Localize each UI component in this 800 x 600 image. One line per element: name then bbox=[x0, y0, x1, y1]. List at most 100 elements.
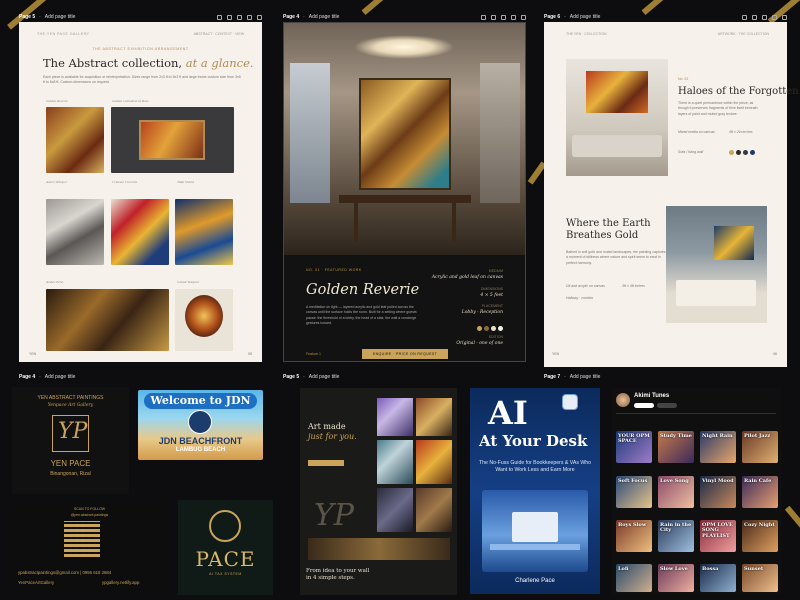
art-made-page[interactable]: Art made just for you. YP From idea to y… bbox=[300, 388, 457, 595]
artmade-footer: From idea to your wall in 4 simple steps… bbox=[306, 568, 370, 581]
channel-avatar[interactable] bbox=[616, 393, 630, 407]
video-thumb[interactable]: Lofi bbox=[616, 564, 652, 592]
page-title-input[interactable]: Add page title bbox=[309, 374, 340, 380]
lock-icon[interactable] bbox=[752, 14, 757, 20]
delete-icon[interactable] bbox=[772, 14, 777, 20]
artwork-thumb[interactable] bbox=[111, 199, 169, 265]
console-legs bbox=[354, 203, 456, 241]
art-label: Golden Reverie bbox=[46, 99, 68, 103]
page-6-canvas[interactable]: THE YEN · COLLECTION ARTWORK · THE COLLE… bbox=[544, 22, 799, 367]
feature-title: Golden Reverie bbox=[306, 282, 420, 298]
video-thumb[interactable]: Rain Cafe bbox=[742, 476, 778, 508]
video-thumb[interactable]: Bossa bbox=[700, 564, 736, 592]
pace-emblem bbox=[209, 510, 241, 542]
video-thumb[interactable]: Boys Slow bbox=[616, 520, 652, 552]
video-thumb[interactable]: Study Time bbox=[658, 431, 694, 463]
work-size: 4ft × 2in inches bbox=[729, 130, 753, 134]
video-thumb[interactable]: Cozy Night bbox=[742, 520, 778, 552]
swatch bbox=[743, 150, 748, 155]
work-title-2: Where the Earth Breathes Gold bbox=[566, 218, 651, 241]
video-title: Study Time bbox=[660, 433, 692, 439]
video-thumb[interactable]: Soft Focus bbox=[616, 476, 652, 508]
add-page-icon[interactable] bbox=[521, 14, 526, 20]
placement-value: Lobby · Reception bbox=[461, 310, 503, 315]
page-title-input[interactable]: Add page title bbox=[45, 14, 76, 20]
hide-icon[interactable] bbox=[742, 14, 747, 20]
artwork-thumb[interactable] bbox=[111, 107, 234, 173]
enquire-button[interactable]: ENQUIRE · PRICE ON REQUEST bbox=[362, 349, 448, 359]
jdn-poster[interactable]: Welcome to JDN JDN BEACHFRONT LAMBUG BEA… bbox=[138, 390, 263, 460]
delete-icon[interactable] bbox=[511, 14, 516, 20]
title-part-b: at a glance. bbox=[185, 56, 254, 70]
work-desc-2: Bathed in soft gold and muted landscapes… bbox=[566, 250, 666, 265]
scan-handle: @yen.abstract.paintings bbox=[70, 513, 109, 517]
featured-painting bbox=[359, 78, 451, 190]
video-title: Pilot Jazz bbox=[744, 433, 771, 439]
video-thumb[interactable]: Pilot Jazz bbox=[742, 431, 778, 463]
artwork-thumb[interactable] bbox=[175, 289, 233, 351]
duplicate-icon[interactable] bbox=[237, 14, 242, 20]
page-header: Page 7 · Add page title bbox=[544, 374, 601, 380]
pace-tag: AI TAX SYSTEM bbox=[209, 572, 242, 576]
lock-icon[interactable] bbox=[491, 14, 496, 20]
page-title-input[interactable]: Add page title bbox=[45, 374, 76, 380]
ebook-cover[interactable]: AI At Your Desk The No-Fuss Guide for Bo… bbox=[470, 388, 600, 594]
artwork-thumb[interactable] bbox=[46, 199, 104, 265]
room-painting bbox=[586, 71, 648, 113]
lock-icon[interactable] bbox=[227, 14, 232, 20]
youtube-channel-page[interactable]: Akimi Tunes YOUR OPM SPACE Study Time Ni… bbox=[612, 388, 782, 595]
page-5-canvas[interactable]: THE YEN PACE GALLERY ABSTRACT · CONTEXT … bbox=[19, 22, 262, 362]
work-title: Haloes of the Forgotten bbox=[678, 86, 799, 97]
page-4-canvas[interactable]: NO. 01 · FEATURED WORK Golden Reverie A … bbox=[283, 22, 526, 362]
delete-icon[interactable] bbox=[247, 14, 252, 20]
add-page-icon[interactable] bbox=[782, 14, 787, 20]
video-thumb[interactable]: OPM LOVE SONG PLAYLIST bbox=[700, 520, 736, 552]
page-title-input[interactable]: Add page title bbox=[309, 14, 340, 20]
video-thumb[interactable]: Love Song bbox=[658, 476, 694, 508]
business-card-back[interactable]: SCAN TO FOLLOW @yen.abstract.paintings y… bbox=[12, 500, 167, 592]
page-footer-left: YEN bbox=[552, 352, 560, 356]
gallery-tile bbox=[416, 488, 452, 532]
page-title-input[interactable]: Add page title bbox=[570, 374, 601, 380]
swatch bbox=[484, 326, 489, 331]
artwork-thumb[interactable] bbox=[46, 107, 104, 173]
swatch bbox=[736, 150, 741, 155]
subscribe-button[interactable] bbox=[634, 403, 654, 408]
page-tools bbox=[217, 14, 262, 20]
yp-logo: YP bbox=[52, 415, 89, 452]
business-card-front[interactable]: YEN ABSTRACT PAINTINGS Yenpace Art Galle… bbox=[12, 387, 129, 494]
console-table bbox=[339, 195, 471, 203]
video-thumb[interactable]: Night Rain bbox=[700, 431, 736, 463]
pace-logo-card[interactable]: PACE AI TAX SYSTEM bbox=[178, 500, 273, 595]
page-label: Page 5 bbox=[283, 374, 300, 380]
video-thumb[interactable]: Sunset bbox=[742, 564, 778, 592]
work-number: No. 02 bbox=[678, 77, 689, 81]
video-thumb[interactable]: Vinyl Mood bbox=[700, 476, 736, 508]
page-title-input[interactable]: Add page title bbox=[570, 14, 601, 20]
add-page-icon[interactable] bbox=[257, 14, 262, 20]
robot-icon bbox=[562, 394, 578, 410]
video-thumb[interactable]: Rain in the City bbox=[658, 520, 694, 552]
artwork-thumb[interactable] bbox=[46, 289, 169, 351]
page-header: Page 5 · Add page title bbox=[283, 374, 340, 380]
video-thumb[interactable]: Slow Love bbox=[658, 564, 694, 592]
video-title: Rain in the City bbox=[660, 522, 692, 534]
duplicate-icon[interactable] bbox=[762, 14, 767, 20]
work-size-2: 3ft × 4ft inches bbox=[622, 284, 645, 288]
artwork-thumb[interactable] bbox=[175, 199, 233, 265]
artmade-button[interactable] bbox=[308, 460, 344, 466]
video-thumb[interactable]: YOUR OPM SPACE bbox=[616, 431, 652, 463]
art-label: Tidal Shield bbox=[177, 180, 194, 184]
duplicate-icon[interactable] bbox=[501, 14, 506, 20]
contact-site: ypgallery.netlify.app bbox=[102, 580, 140, 585]
manage-button[interactable] bbox=[657, 403, 677, 408]
pace-name: PACE bbox=[195, 547, 256, 571]
art-label: Amber Echo bbox=[46, 280, 64, 284]
page-label: Page 4 bbox=[19, 374, 36, 380]
card-script: Yenpace Art Gallery bbox=[47, 403, 94, 408]
hide-icon[interactable] bbox=[217, 14, 222, 20]
video-title: Boys Slow bbox=[618, 522, 647, 528]
hide-icon[interactable] bbox=[481, 14, 486, 20]
footer-left: Feature 1 bbox=[306, 352, 321, 356]
edition-label: EDITION bbox=[488, 335, 503, 339]
